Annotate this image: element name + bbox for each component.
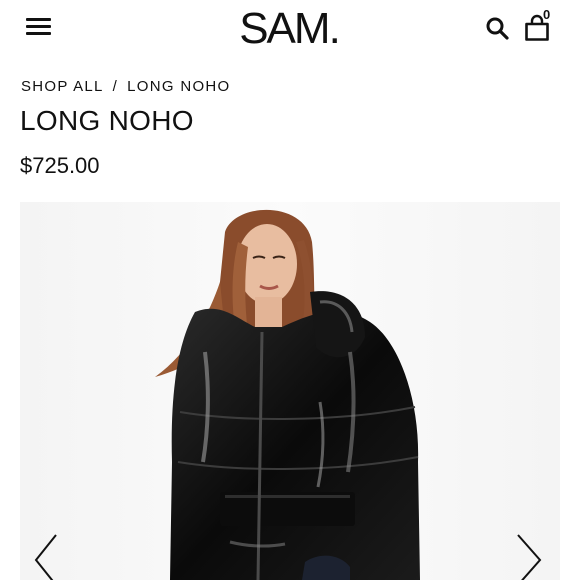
- product-title: LONG NOHO: [20, 105, 194, 136]
- breadcrumb-current[interactable]: LONG NOHO: [127, 78, 230, 95]
- breadcrumb: SHOP ALL / LONG NOHO: [21, 78, 231, 95]
- product-price: $725.00: [20, 153, 100, 178]
- chevron-right-icon[interactable]: [508, 530, 548, 580]
- breadcrumb-shop-all[interactable]: SHOP ALL: [21, 78, 104, 95]
- breadcrumb-separator: /: [112, 78, 119, 95]
- shopping-bag-icon[interactable]: [521, 12, 557, 44]
- cart-count-badge: 0: [543, 7, 551, 22]
- search-icon[interactable]: [485, 16, 511, 42]
- site-header: SAM. 0: [0, 0, 580, 62]
- product-image[interactable]: [20, 202, 560, 580]
- logo-text: SAM: [239, 4, 330, 53]
- logo-dot: .: [328, 4, 341, 53]
- chevron-left-icon[interactable]: [26, 530, 66, 580]
